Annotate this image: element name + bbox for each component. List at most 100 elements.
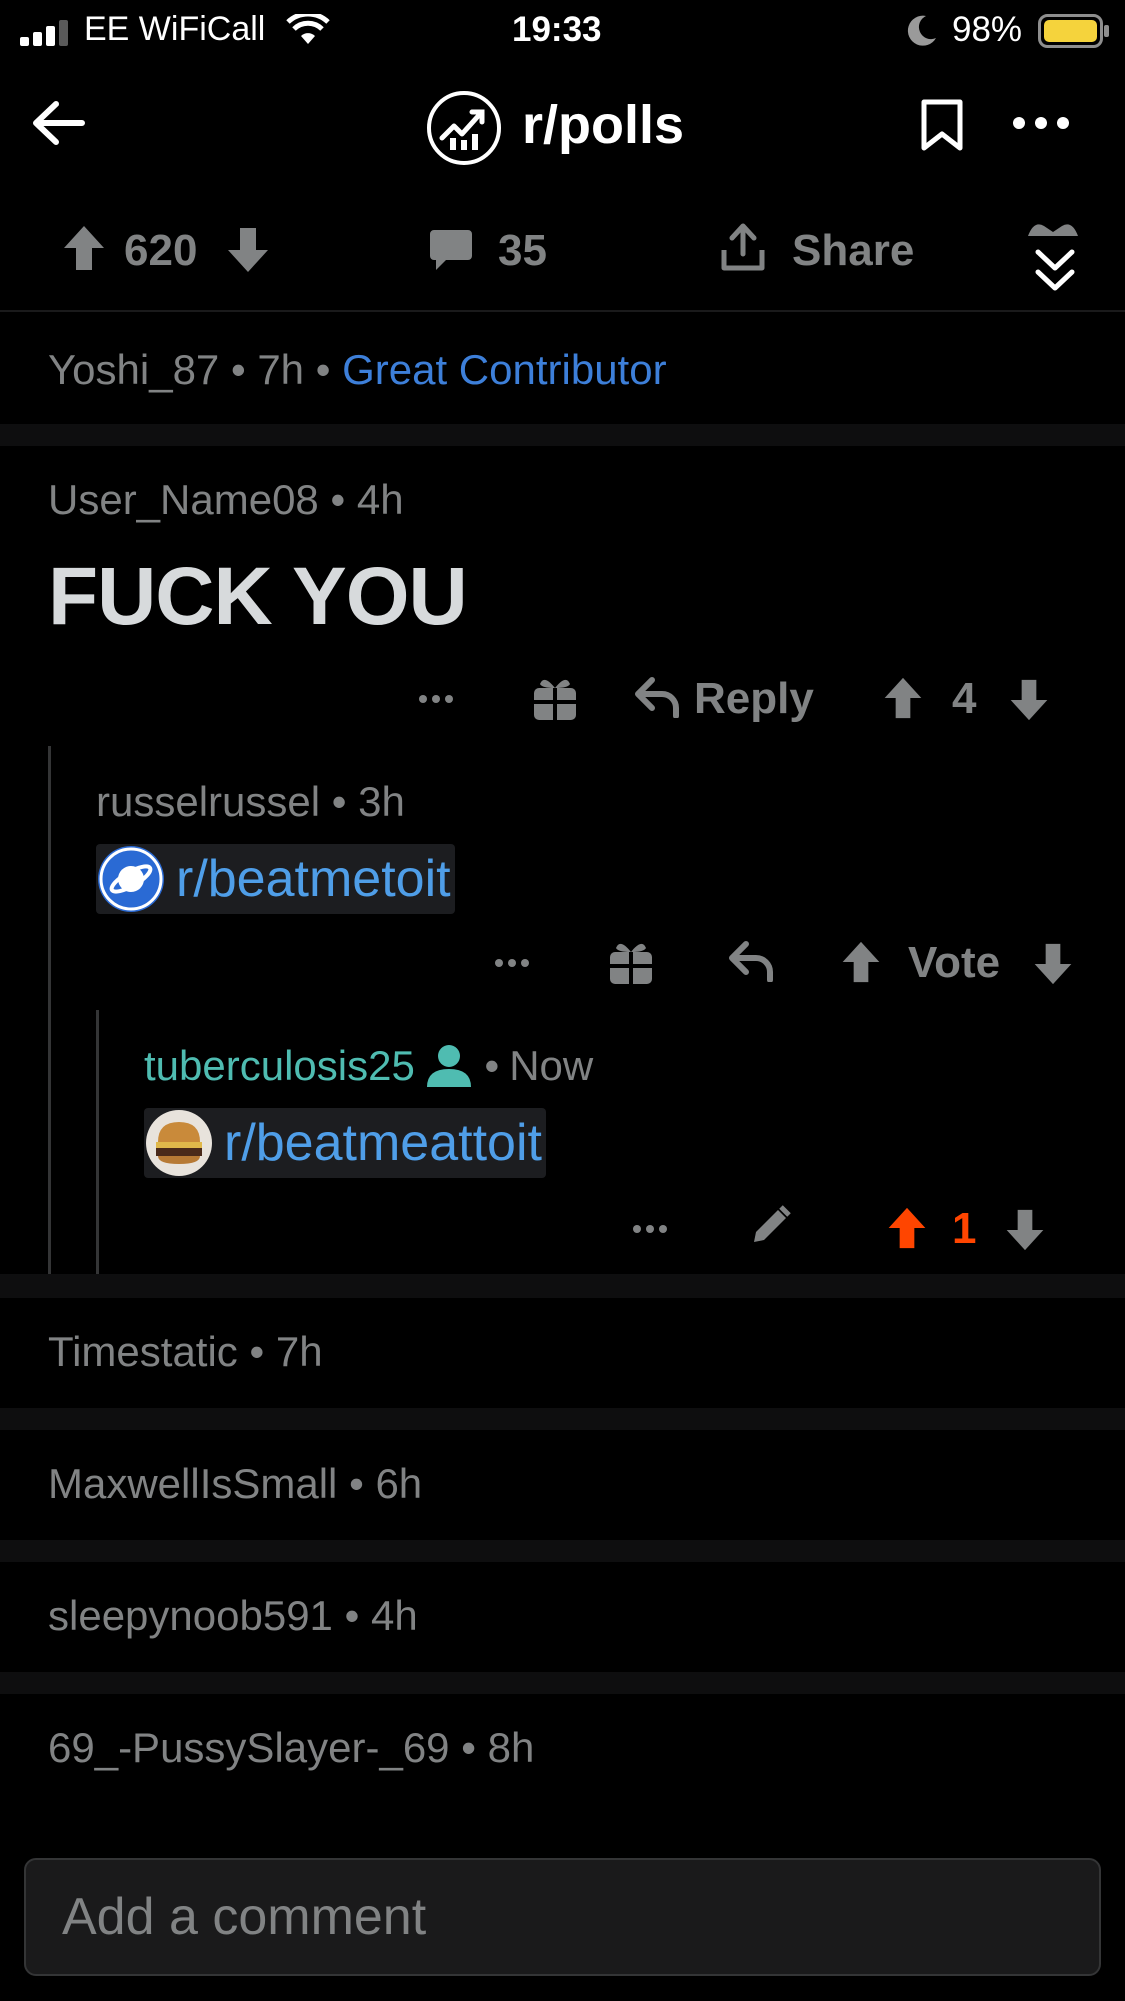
comment-body: FUCK YOU — [48, 551, 468, 642]
comment-meta: MaxwellIsSmall • 6h — [48, 1460, 422, 1508]
reply-icon[interactable] — [728, 940, 774, 982]
comment-time: 3h — [358, 778, 405, 825]
downvote-icon[interactable] — [226, 226, 270, 274]
divider — [0, 424, 1125, 446]
post-action-bar: 620 35 Share — [0, 192, 1125, 312]
comment-count[interactable]: 35 — [498, 226, 547, 276]
collapse-icon[interactable] — [1026, 238, 1084, 300]
comment-author[interactable]: Yoshi_87 — [48, 346, 219, 393]
subreddit-link-chip[interactable]: r/beatmeattoit — [144, 1108, 546, 1178]
thread-line-depth2[interactable] — [96, 1010, 99, 1274]
share-icon[interactable] — [720, 222, 766, 272]
upvote-icon[interactable] — [62, 224, 106, 272]
user-icon — [425, 1043, 473, 1089]
nav-header: r/polls — [0, 62, 1125, 192]
divider — [0, 1540, 1125, 1562]
thread-line-depth1[interactable] — [48, 746, 51, 1274]
post-vote-count: 620 — [124, 226, 198, 275]
upvote-icon[interactable] — [882, 676, 924, 720]
gift-icon[interactable] — [532, 674, 578, 722]
comment-score: 1 — [952, 1204, 977, 1253]
comment-time: 4h — [356, 476, 404, 523]
comment-time: 4h — [370, 1592, 418, 1639]
signal-icon — [20, 20, 72, 46]
comment-time: 7h — [257, 346, 305, 393]
comment-author[interactable]: tuberculosis25 — [144, 1042, 415, 1090]
comment-author[interactable]: Timestatic — [48, 1328, 238, 1375]
status-time: 19:33 — [512, 10, 602, 49]
comment-meta: User_Name08 • 4h — [48, 476, 404, 524]
meta-dot: • — [344, 1592, 371, 1639]
header-subreddit-title[interactable]: r/polls — [522, 94, 684, 156]
subreddit-icon[interactable] — [426, 90, 502, 166]
share-label[interactable]: Share — [792, 226, 914, 276]
meta-dot: • — [230, 346, 258, 393]
collapsed-comment[interactable]: 69_-PussySlayer-_69 • 8h — [0, 1694, 1125, 1804]
upvote-icon[interactable] — [840, 940, 882, 984]
downvote-icon[interactable] — [1004, 1208, 1046, 1252]
comment-icon[interactable] — [428, 228, 474, 272]
gift-icon[interactable] — [608, 938, 654, 986]
collapsed-comment[interactable]: MaxwellIsSmall • 6h — [0, 1430, 1125, 1540]
comment-author[interactable]: User_Name08 — [48, 476, 319, 523]
battery-percent: 98% — [952, 10, 1023, 49]
comment-author[interactable]: russelrussel — [96, 778, 320, 825]
reply-icon[interactable] — [634, 676, 680, 718]
comment-meta: sleepynoob591 • 4h — [48, 1592, 418, 1640]
add-comment-input[interactable] — [24, 1858, 1101, 1976]
comment-more-icon[interactable] — [418, 694, 454, 704]
meta-dot: • — [472, 1042, 500, 1089]
reply-button[interactable]: Reply — [694, 674, 814, 724]
comment-time: 8h — [487, 1724, 535, 1771]
back-arrow-icon[interactable] — [30, 98, 86, 148]
status-bar: EE WiFiCall 19:33 98% — [0, 0, 1125, 62]
subreddit-link[interactable]: r/beatmeattoit — [214, 1113, 546, 1173]
collapsed-comment-yoshi[interactable]: Yoshi_87 • 7h • Great Contributor — [0, 314, 1125, 424]
carrier-label: EE WiFiCall — [84, 10, 266, 48]
subreddit-link-chip[interactable]: r/beatmetoit — [96, 844, 455, 914]
meta-dot: • — [315, 346, 343, 393]
meta-dot: • — [349, 1460, 376, 1507]
divider — [0, 1672, 1125, 1694]
divider — [0, 1274, 1125, 1298]
moon-icon — [906, 14, 938, 48]
edit-icon[interactable] — [750, 1204, 792, 1246]
comment-author[interactable]: 69_-PussySlayer-_69 — [48, 1724, 450, 1771]
subreddit-link[interactable]: r/beatmetoit — [166, 849, 455, 909]
comment-time: 6h — [375, 1460, 423, 1507]
comment-meta: russelrussel • 3h — [96, 778, 405, 826]
user-flair: Great Contributor — [342, 346, 667, 393]
divider — [0, 1408, 1125, 1430]
upvote-icon-active[interactable] — [886, 1206, 928, 1250]
comment-meta: tuberculosis25 • Now — [144, 1042, 593, 1090]
comment-more-icon[interactable] — [494, 958, 530, 968]
meta-dot: • — [461, 1724, 488, 1771]
downvote-icon[interactable] — [1032, 942, 1074, 986]
comment-more-icon[interactable] — [632, 1224, 668, 1234]
comment-author[interactable]: MaxwellIsSmall — [48, 1460, 337, 1507]
collapsed-comment[interactable]: Timestatic • 7h — [0, 1298, 1125, 1408]
planet-icon — [96, 844, 166, 914]
comment-score: 4 — [952, 674, 977, 723]
meta-dot: • — [330, 476, 357, 523]
battery-icon — [1038, 14, 1110, 48]
comment-time: 7h — [275, 1328, 323, 1375]
award-icon[interactable] — [1024, 220, 1082, 238]
comment-meta: Yoshi_87 • 7h • Great Contributor — [48, 346, 667, 394]
comment-time: Now — [509, 1042, 594, 1089]
comment-meta: Timestatic • 7h — [48, 1328, 323, 1376]
comment-author[interactable]: sleepynoob591 — [48, 1592, 333, 1639]
comment-tuberculosis25: tuberculosis25 • Now r/beatmeattoit 1 — [144, 1036, 1104, 1272]
meta-dot: • — [331, 778, 359, 825]
comment-russelrussel: russelrussel • 3h r/beatmetoit Vote — [96, 772, 1096, 1002]
meta-dot: • — [249, 1328, 276, 1375]
wifi-icon — [286, 14, 330, 46]
collapsed-comment[interactable]: sleepynoob591 • 4h — [0, 1562, 1125, 1672]
comment-meta: 69_-PussySlayer-_69 • 8h — [48, 1724, 534, 1772]
burger-avatar-icon — [144, 1108, 214, 1178]
vote-label: Vote — [908, 938, 1001, 987]
more-icon[interactable] — [1012, 116, 1070, 130]
downvote-icon[interactable] — [1008, 678, 1050, 722]
comment-composer-bar — [0, 1836, 1125, 2001]
bookmark-icon[interactable] — [920, 98, 964, 152]
